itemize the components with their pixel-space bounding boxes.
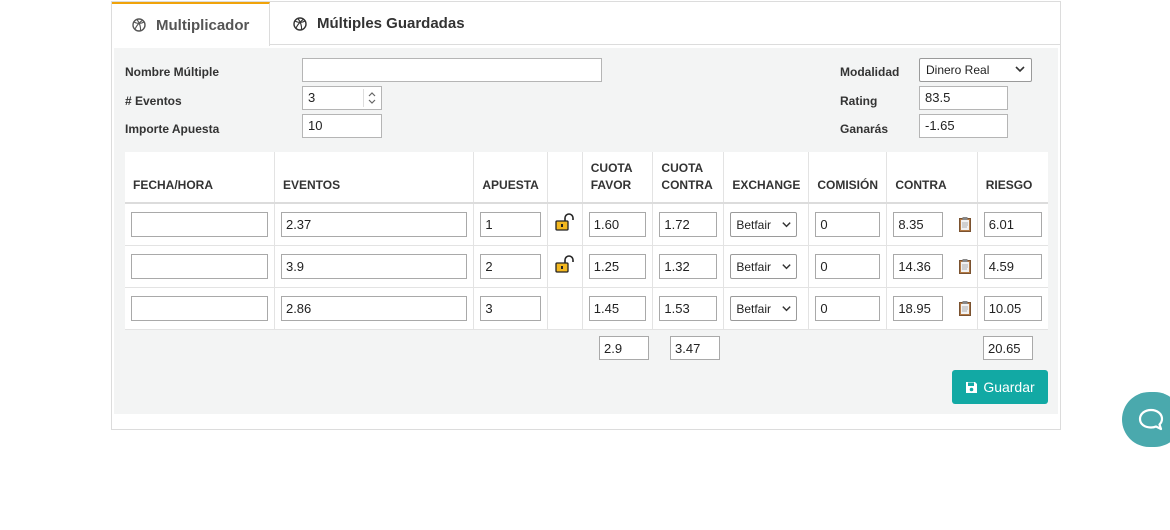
evento-input[interactable]: 3.9 — [280, 253, 468, 279]
header-apuesta: APUESTA — [473, 152, 548, 204]
fecha-hora-input[interactable] — [131, 211, 268, 237]
ganaras-label: Ganarás — [840, 122, 889, 136]
chevron-down-icon — [782, 305, 792, 311]
apuesta-input[interactable]: 2 — [480, 253, 541, 279]
dribbble-icon — [132, 18, 146, 32]
cuota-contra-input[interactable]: 1.72 — [659, 211, 718, 237]
help-chat-widget[interactable] — [1122, 392, 1170, 447]
unlock-icon[interactable] — [555, 254, 575, 273]
chat-bubble-icon — [1138, 408, 1164, 430]
cuota-favor-input[interactable]: 1.45 — [588, 295, 647, 321]
header-exchange: EXCHANGE — [723, 152, 810, 204]
header-cuota-contra-line2: CONTRA — [661, 178, 713, 192]
rating-label: Rating — [840, 94, 878, 108]
table-row: 2.86 3 1.45 1.53 Betfair 0 18.95 10.05 — [125, 287, 1048, 330]
header-contra: CONTRA — [886, 152, 978, 204]
header-riesgo: RIESGO — [977, 152, 1048, 204]
header-cuota-favor-line2: FAVOR — [590, 178, 632, 192]
header-cuota-contra-line1: CUOTA — [661, 161, 704, 175]
total-cuota-contra[interactable]: 3.47 — [670, 336, 720, 360]
header-cuota-favor-line1: CUOTA — [590, 161, 633, 175]
total-riesgo[interactable]: 20.65 — [983, 336, 1033, 360]
unlock-icon[interactable] — [555, 212, 575, 231]
nombre-multiple-input[interactable] — [302, 58, 602, 82]
modalidad-value: Dinero Real — [926, 63, 990, 77]
floppy-disk-icon — [966, 381, 978, 393]
chevron-down-icon — [782, 263, 792, 269]
tab-multiplicador[interactable]: Multiplicador — [112, 2, 270, 46]
cuota-contra-input[interactable]: 1.32 — [659, 253, 718, 279]
table-row: 2.37 1 1.60 1.72 Betfair 0 8.35 6.01 — [125, 203, 1048, 246]
eventos-table: FECHA/HORA EVENTOS APUESTA CUOTA FAVOR CU… — [125, 152, 1048, 330]
eventos-label: # Eventos — [125, 94, 182, 108]
dribbble-icon — [293, 16, 307, 31]
importe-apuesta-input[interactable]: 10 — [302, 114, 382, 138]
evento-input[interactable]: 2.37 — [280, 211, 468, 237]
contra-input[interactable]: 14.36 — [893, 253, 944, 279]
fecha-hora-input[interactable] — [131, 295, 268, 321]
cuota-contra-input[interactable]: 1.53 — [659, 295, 718, 321]
clipboard-icon[interactable] — [958, 258, 971, 274]
cuota-favor-input[interactable]: 1.25 — [588, 253, 647, 279]
exchange-value: Betfair — [736, 217, 772, 232]
header-fecha-hora: FECHA/HORA — [125, 152, 275, 204]
multiplicador-panel: Nombre Múltiple # Eventos 3 Importe Apue… — [114, 48, 1058, 414]
contra-input[interactable]: 8.35 — [893, 211, 944, 237]
modalidad-select[interactable]: Dinero Real — [919, 58, 1032, 82]
table-header-row: FECHA/HORA EVENTOS APUESTA CUOTA FAVOR CU… — [125, 152, 1048, 204]
tab-bar: Multiplicador Múltiples Guardadas — [112, 2, 1060, 46]
header-eventos: EVENTOS — [274, 152, 475, 204]
riesgo-input[interactable]: 10.05 — [983, 295, 1042, 321]
exchange-value: Betfair — [736, 259, 772, 274]
eventos-stepper[interactable]: 3 — [302, 86, 382, 110]
header-cuota-contra: CUOTA CONTRA — [652, 152, 725, 204]
fecha-hora-input[interactable] — [131, 253, 268, 279]
rating-input[interactable]: 83.5 — [919, 86, 1008, 110]
header-comision: COMISIÓN — [808, 152, 888, 204]
riesgo-input[interactable]: 6.01 — [983, 211, 1042, 237]
lock-cell-empty — [547, 287, 583, 330]
total-cuota-favor[interactable]: 2.9 — [599, 336, 649, 360]
tab-multiples-guardadas[interactable]: Múltiples Guardadas — [293, 2, 465, 45]
tab-multiplicador-label: Multiplicador — [156, 16, 250, 34]
header-lock — [547, 152, 583, 204]
comision-input[interactable]: 0 — [815, 211, 881, 237]
chevron-down-icon — [1015, 66, 1025, 73]
header-cuota-favor: CUOTA FAVOR — [582, 152, 654, 204]
eventos-value: 3 — [308, 90, 316, 105]
chevron-down-icon — [782, 221, 792, 228]
ganaras-input[interactable]: -1.65 — [919, 114, 1008, 138]
evento-input[interactable]: 2.86 — [280, 295, 468, 321]
riesgo-input[interactable]: 4.59 — [983, 253, 1042, 279]
apuesta-input[interactable]: 1 — [480, 211, 541, 237]
apuesta-input[interactable]: 3 — [480, 295, 541, 321]
exchange-select[interactable]: Betfair — [730, 211, 798, 237]
contra-input[interactable]: 18.95 — [893, 295, 944, 321]
clipboard-icon[interactable] — [958, 217, 971, 232]
multiplicador-card: Multiplicador Múltiples Guardadas Nombre… — [111, 1, 1061, 430]
clipboard-icon[interactable] — [958, 300, 971, 316]
modalidad-label: Modalidad — [840, 65, 900, 79]
tab-multiples-guardadas-label: Múltiples Guardadas — [317, 15, 465, 32]
nombre-multiple-label: Nombre Múltiple — [125, 65, 220, 79]
table-row: 3.9 2 1.25 1.32 Betfair 0 14.36 4.59 — [125, 245, 1048, 288]
guardar-label: Guardar — [983, 379, 1035, 395]
comision-input[interactable]: 0 — [815, 253, 881, 279]
guardar-button[interactable]: Guardar — [952, 370, 1048, 404]
comision-input[interactable]: 0 — [815, 295, 881, 321]
stepper-arrows-icon[interactable] — [363, 89, 379, 107]
exchange-select[interactable]: Betfair — [730, 295, 798, 321]
importe-apuesta-label: Importe Apuesta — [125, 122, 220, 136]
exchange-value: Betfair — [736, 301, 772, 316]
cuota-favor-input[interactable]: 1.60 — [588, 211, 647, 237]
exchange-select[interactable]: Betfair — [730, 253, 798, 279]
